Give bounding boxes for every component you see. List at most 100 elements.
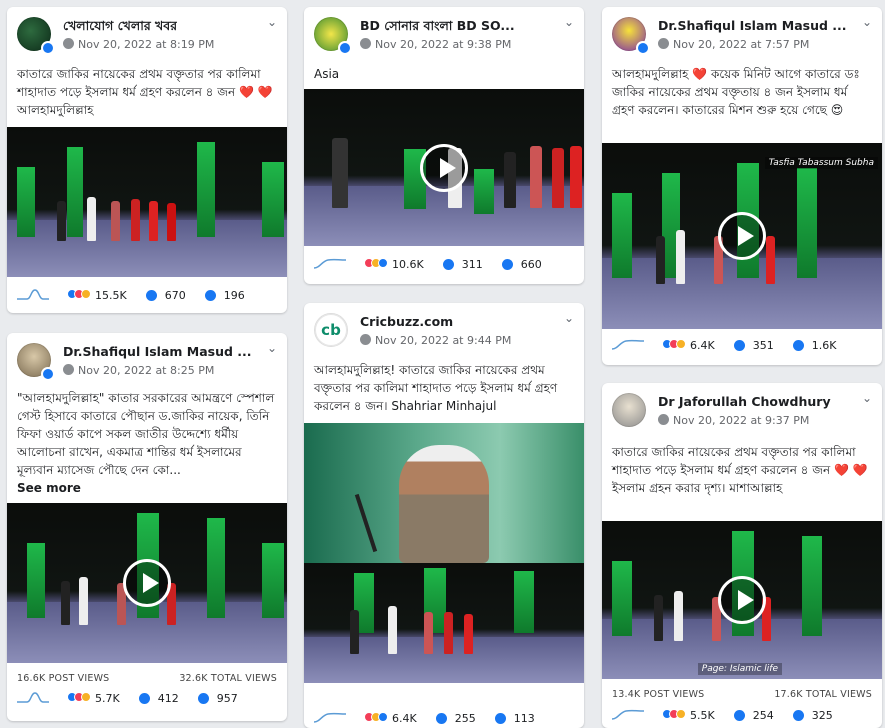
post-card: খেলাযোগ খেলার খবর Nov 20, 2022 at 8:19 P… bbox=[7, 7, 287, 313]
person bbox=[656, 236, 665, 285]
verified-badge-icon bbox=[41, 41, 55, 55]
chevron-down-icon[interactable]: ⌄ bbox=[862, 15, 872, 29]
microphone-stand bbox=[354, 493, 378, 553]
post-card: cb Cricbuzz.com Nov 20, 2022 at 9:44 PM … bbox=[304, 303, 584, 728]
post-video[interactable] bbox=[7, 127, 287, 277]
post-video[interactable]: Tasfia Tabassum Subha bbox=[602, 143, 882, 329]
share-icon bbox=[793, 710, 805, 721]
person bbox=[676, 230, 685, 285]
avatar[interactable]: cb bbox=[314, 313, 348, 347]
comment-count[interactable]: 254 bbox=[753, 709, 774, 722]
stage-pillar bbox=[17, 167, 35, 237]
share-count[interactable]: 196 bbox=[224, 289, 245, 302]
chevron-down-icon[interactable]: ⌄ bbox=[267, 15, 277, 29]
comment-count[interactable]: 412 bbox=[158, 692, 179, 705]
page-name[interactable]: Dr.Shafiqul Islam Masud ... bbox=[63, 344, 252, 359]
person bbox=[57, 201, 66, 241]
post-video[interactable]: Page: Islamic life bbox=[602, 521, 882, 679]
post-time[interactable]: Nov 20, 2022 at 9:37 PM bbox=[658, 414, 809, 427]
page-name[interactable]: BD সোনার বাংলা BD SO... bbox=[360, 18, 515, 38]
reaction-count[interactable]: 10.6K bbox=[392, 258, 424, 271]
person bbox=[332, 138, 348, 209]
comment-count[interactable]: 670 bbox=[165, 289, 186, 302]
play-icon[interactable] bbox=[718, 576, 766, 624]
reaction-count[interactable]: 15.5K bbox=[95, 289, 127, 302]
avatar[interactable] bbox=[612, 393, 646, 427]
globe-icon bbox=[360, 334, 371, 345]
post-image-top[interactable] bbox=[304, 423, 584, 563]
chevron-down-icon[interactable]: ⌄ bbox=[564, 311, 574, 325]
page-name[interactable]: খেলাযোগ খেলার খবর bbox=[63, 18, 177, 38]
comment-count[interactable]: 255 bbox=[455, 712, 476, 725]
person bbox=[350, 610, 359, 655]
comment-icon bbox=[146, 290, 158, 301]
speaker bbox=[399, 445, 489, 563]
timestamp: Nov 20, 2022 at 8:19 PM bbox=[78, 38, 215, 51]
post-text: আলহামদুলিল্লাহ! কাতারে জাকির নায়েকের প্… bbox=[314, 363, 558, 413]
verified-badge-icon bbox=[636, 41, 650, 55]
post-stats: 10.6K 311 660 bbox=[313, 257, 574, 277]
post-card: BD সোনার বাংলা BD SO... Nov 20, 2022 at … bbox=[304, 7, 584, 284]
post-text: আলহামদুলিল্লাহ ❤️ কয়েক মিনিট আগে কাতারে… bbox=[612, 67, 860, 117]
chevron-down-icon[interactable]: ⌄ bbox=[564, 15, 574, 29]
page-name[interactable]: Cricbuzz.com bbox=[360, 314, 453, 329]
post-time[interactable]: Nov 20, 2022 at 9:44 PM bbox=[360, 334, 511, 347]
share-count[interactable]: 1.6K bbox=[812, 339, 837, 352]
post-time[interactable]: Nov 20, 2022 at 8:25 PM bbox=[63, 364, 214, 377]
share-icon bbox=[495, 713, 507, 724]
share-count[interactable]: 113 bbox=[514, 712, 535, 725]
globe-icon bbox=[63, 38, 74, 49]
post-views: 13.4K POST VIEWS bbox=[612, 689, 705, 700]
post-header: BD সোনার বাংলা BD SO... Nov 20, 2022 at … bbox=[314, 15, 574, 57]
play-icon[interactable] bbox=[420, 143, 468, 192]
chevron-down-icon[interactable]: ⌄ bbox=[267, 341, 277, 355]
post-text: কাতারে জাকির নায়েকের প্রথম বক্তৃতার পর … bbox=[612, 445, 868, 495]
stage-floor bbox=[7, 220, 287, 277]
reactions-icon bbox=[363, 712, 388, 725]
see-more-link[interactable]: See more bbox=[17, 479, 277, 497]
post-time[interactable]: Nov 20, 2022 at 7:57 PM bbox=[658, 38, 809, 51]
post-time[interactable]: Nov 20, 2022 at 9:38 PM bbox=[360, 38, 511, 51]
trend-sparkline-icon bbox=[313, 257, 360, 272]
person bbox=[766, 236, 775, 285]
total-views: 32.6K TOTAL VIEWS bbox=[179, 673, 277, 684]
post-text: Asia bbox=[314, 67, 340, 81]
person bbox=[61, 580, 70, 625]
post-video[interactable] bbox=[7, 503, 287, 663]
reaction-count[interactable]: 6.4K bbox=[392, 712, 417, 725]
post-time[interactable]: Nov 20, 2022 at 8:19 PM bbox=[63, 38, 214, 51]
reaction-count[interactable]: 6.4K bbox=[690, 339, 715, 352]
watermark-text: Tasfia Tabassum Subha bbox=[764, 157, 878, 169]
share-count[interactable]: 325 bbox=[812, 709, 833, 722]
share-count[interactable]: 660 bbox=[521, 258, 542, 271]
post-stats: 6.4K 351 1.6K bbox=[611, 338, 872, 358]
reactions-icon bbox=[66, 692, 91, 705]
reaction-count[interactable]: 5.7K bbox=[95, 692, 120, 705]
timestamp: Nov 20, 2022 at 9:37 PM bbox=[673, 414, 810, 427]
page-name[interactable]: Dr Jaforullah Chowdhury bbox=[658, 394, 831, 409]
post-text-body: "আলহামদুলিল্লাহ" কাতার সরকারের আমন্ত্রণে… bbox=[17, 391, 275, 477]
post-stats: 5.7K 412 957 bbox=[17, 691, 277, 711]
play-icon[interactable] bbox=[718, 212, 766, 260]
share-count[interactable]: 957 bbox=[217, 692, 238, 705]
verified-badge-icon bbox=[338, 41, 352, 55]
post-header: Dr Jaforullah Chowdhury Nov 20, 2022 at … bbox=[612, 391, 872, 433]
chevron-down-icon[interactable]: ⌄ bbox=[862, 391, 872, 405]
person bbox=[424, 612, 433, 655]
post-header: cb Cricbuzz.com Nov 20, 2022 at 9:44 PM … bbox=[314, 311, 574, 353]
post-stats: 6.4K 255 113 bbox=[313, 711, 574, 728]
post-header: খেলাযোগ খেলার খবর Nov 20, 2022 at 8:19 P… bbox=[17, 15, 277, 57]
comment-count[interactable]: 351 bbox=[753, 339, 774, 352]
play-icon[interactable] bbox=[123, 559, 171, 607]
reaction-count[interactable]: 5.5K bbox=[690, 709, 715, 722]
page-name[interactable]: Dr.Shafiqul Islam Masud ... bbox=[658, 18, 847, 33]
share-icon bbox=[793, 340, 805, 351]
reactions-icon bbox=[363, 258, 388, 271]
person bbox=[167, 203, 176, 241]
post-image-bottom[interactable] bbox=[304, 563, 584, 683]
person bbox=[530, 146, 542, 209]
comment-count[interactable]: 311 bbox=[462, 258, 483, 271]
comment-icon bbox=[139, 693, 151, 704]
person bbox=[654, 595, 663, 642]
post-video[interactable] bbox=[304, 89, 584, 246]
